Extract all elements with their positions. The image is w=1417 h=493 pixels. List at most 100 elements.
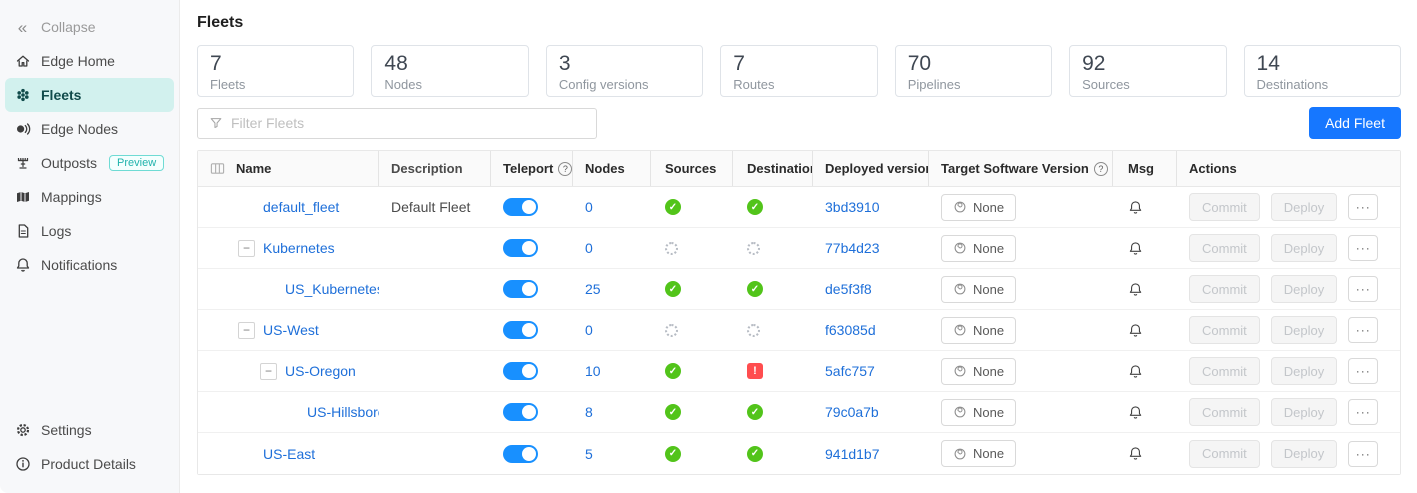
fleet-name-link[interactable]: default_fleet: [263, 199, 339, 215]
column-header-teleport: Teleport ?: [491, 151, 573, 186]
target-version-button[interactable]: None: [941, 194, 1016, 221]
fleet-name-link[interactable]: Kubernetes: [263, 240, 335, 256]
stat-label: Config versions: [559, 77, 690, 92]
teleport-toggle[interactable]: [503, 403, 538, 421]
history-icon: [953, 364, 967, 378]
teleport-toggle[interactable]: [503, 280, 538, 298]
sidebar-item-product-details[interactable]: Product Details: [0, 447, 179, 481]
more-actions-button[interactable]: ···: [1348, 358, 1378, 384]
sidebar-item-label: Edge Nodes: [41, 121, 118, 137]
deploy-button[interactable]: Deploy: [1271, 398, 1337, 426]
commit-button[interactable]: Commit: [1189, 398, 1260, 426]
target-version-button[interactable]: None: [941, 317, 1016, 344]
deployed-version-link[interactable]: 941d1b7: [825, 446, 880, 462]
teleport-toggle[interactable]: [503, 321, 538, 339]
teleport-toggle[interactable]: [503, 445, 538, 463]
target-version-button[interactable]: None: [941, 358, 1016, 385]
more-actions-button[interactable]: ···: [1348, 194, 1378, 220]
commit-button[interactable]: Commit: [1189, 316, 1260, 344]
sidebar-item-mappings[interactable]: Mappings: [0, 180, 179, 214]
collapse-row-button[interactable]: −: [260, 363, 277, 380]
more-actions-button[interactable]: ···: [1348, 317, 1378, 343]
filter-fleets-input[interactable]: [231, 115, 585, 131]
table-header: Name Description Teleport ? Nodes Source…: [198, 151, 1400, 187]
stat-value: 48: [384, 51, 515, 77]
teleport-toggle[interactable]: [503, 198, 538, 216]
sources-status-icon: [665, 363, 681, 379]
history-icon: [953, 200, 967, 214]
help-icon[interactable]: ?: [558, 162, 572, 176]
bell-icon[interactable]: [1128, 241, 1143, 256]
deployed-version-link[interactable]: f63085d: [825, 322, 876, 338]
more-actions-button[interactable]: ···: [1348, 276, 1378, 302]
deploy-button[interactable]: Deploy: [1271, 193, 1337, 221]
sidebar-item-notifications[interactable]: Notifications: [0, 248, 179, 282]
fleet-name-link[interactable]: US-Oregon: [285, 363, 356, 379]
deploy-button[interactable]: Deploy: [1271, 357, 1337, 385]
filter-icon: [209, 116, 223, 130]
sidebar-item-outposts[interactable]: Outposts Preview: [0, 146, 179, 180]
commit-button[interactable]: Commit: [1189, 275, 1260, 303]
nodes-count-link[interactable]: 10: [585, 363, 601, 379]
bell-icon[interactable]: [1128, 446, 1143, 461]
fleet-name-link[interactable]: US-East: [263, 446, 315, 462]
fleet-name-cell: − Kubernetes: [198, 240, 379, 257]
stat-card-routes: 7 Routes: [720, 45, 877, 97]
commit-button[interactable]: Commit: [1189, 357, 1260, 385]
deploy-button[interactable]: Deploy: [1271, 234, 1337, 262]
bell-icon[interactable]: [1128, 405, 1143, 420]
nodes-count-link[interactable]: 0: [585, 322, 593, 338]
deployed-version-link[interactable]: 3bd3910: [825, 199, 880, 215]
deployed-version-link[interactable]: 77b4d23: [825, 240, 880, 256]
sidebar-item-settings[interactable]: Settings: [0, 413, 179, 447]
sidebar-item-label: Edge Home: [41, 53, 115, 69]
toolbar: Add Fleet: [197, 107, 1401, 139]
sidebar-item-fleets[interactable]: Fleets: [5, 78, 174, 112]
bell-icon[interactable]: [1128, 282, 1143, 297]
target-version-button[interactable]: None: [941, 235, 1016, 262]
target-version-button[interactable]: None: [941, 440, 1016, 467]
fleet-name-link[interactable]: US-West: [263, 322, 319, 338]
sidebar-item-edge-nodes[interactable]: Edge Nodes: [0, 112, 179, 146]
deploy-button[interactable]: Deploy: [1271, 316, 1337, 344]
stat-value: 3: [559, 51, 690, 77]
more-actions-button[interactable]: ···: [1348, 235, 1378, 261]
sources-status-icon: [665, 281, 681, 297]
stat-value: 14: [1257, 51, 1388, 77]
more-actions-button[interactable]: ···: [1348, 399, 1378, 425]
nodes-count-link[interactable]: 8: [585, 404, 593, 420]
add-fleet-button[interactable]: Add Fleet: [1309, 107, 1401, 139]
commit-button[interactable]: Commit: [1189, 440, 1260, 468]
sidebar-item-edge-home[interactable]: Edge Home: [0, 44, 179, 78]
target-version-button[interactable]: None: [941, 399, 1016, 426]
commit-button[interactable]: Commit: [1189, 234, 1260, 262]
nodes-count-link[interactable]: 0: [585, 240, 593, 256]
stats-row: 7 Fleets 48 Nodes 3 Config versions 7 Ro…: [197, 45, 1401, 97]
deploy-button[interactable]: Deploy: [1271, 275, 1337, 303]
teleport-toggle[interactable]: [503, 239, 538, 257]
sidebar-item-logs[interactable]: Logs: [0, 214, 179, 248]
fleet-name-link[interactable]: US-Hillsboro: [307, 404, 379, 420]
collapse-row-button[interactable]: −: [238, 322, 255, 339]
nodes-count-link[interactable]: 25: [585, 281, 601, 297]
nodes-count-link[interactable]: 5: [585, 446, 593, 462]
more-actions-button[interactable]: ···: [1348, 441, 1378, 467]
commit-button[interactable]: Commit: [1189, 193, 1260, 221]
bell-icon[interactable]: [1128, 364, 1143, 379]
collapse-row-button[interactable]: −: [238, 240, 255, 257]
nodes-count-link[interactable]: 0: [585, 199, 593, 215]
stat-card-nodes: 48 Nodes: [371, 45, 528, 97]
target-version-button[interactable]: None: [941, 276, 1016, 303]
bell-icon[interactable]: [1128, 323, 1143, 338]
deployed-version-link[interactable]: 5afc757: [825, 363, 875, 379]
help-icon[interactable]: ?: [1094, 162, 1108, 176]
sidebar-item-label: Logs: [41, 223, 71, 239]
deployed-version-link[interactable]: 79c0a7b: [825, 404, 879, 420]
deployed-version-link[interactable]: de5f3f8: [825, 281, 872, 297]
deploy-button[interactable]: Deploy: [1271, 440, 1337, 468]
column-selector-icon[interactable]: [210, 161, 225, 176]
teleport-toggle[interactable]: [503, 362, 538, 380]
sidebar-collapse-button[interactable]: « Collapse: [0, 10, 179, 44]
fleet-name-link[interactable]: US_Kubernetes: [285, 281, 379, 297]
bell-icon[interactable]: [1128, 200, 1143, 215]
